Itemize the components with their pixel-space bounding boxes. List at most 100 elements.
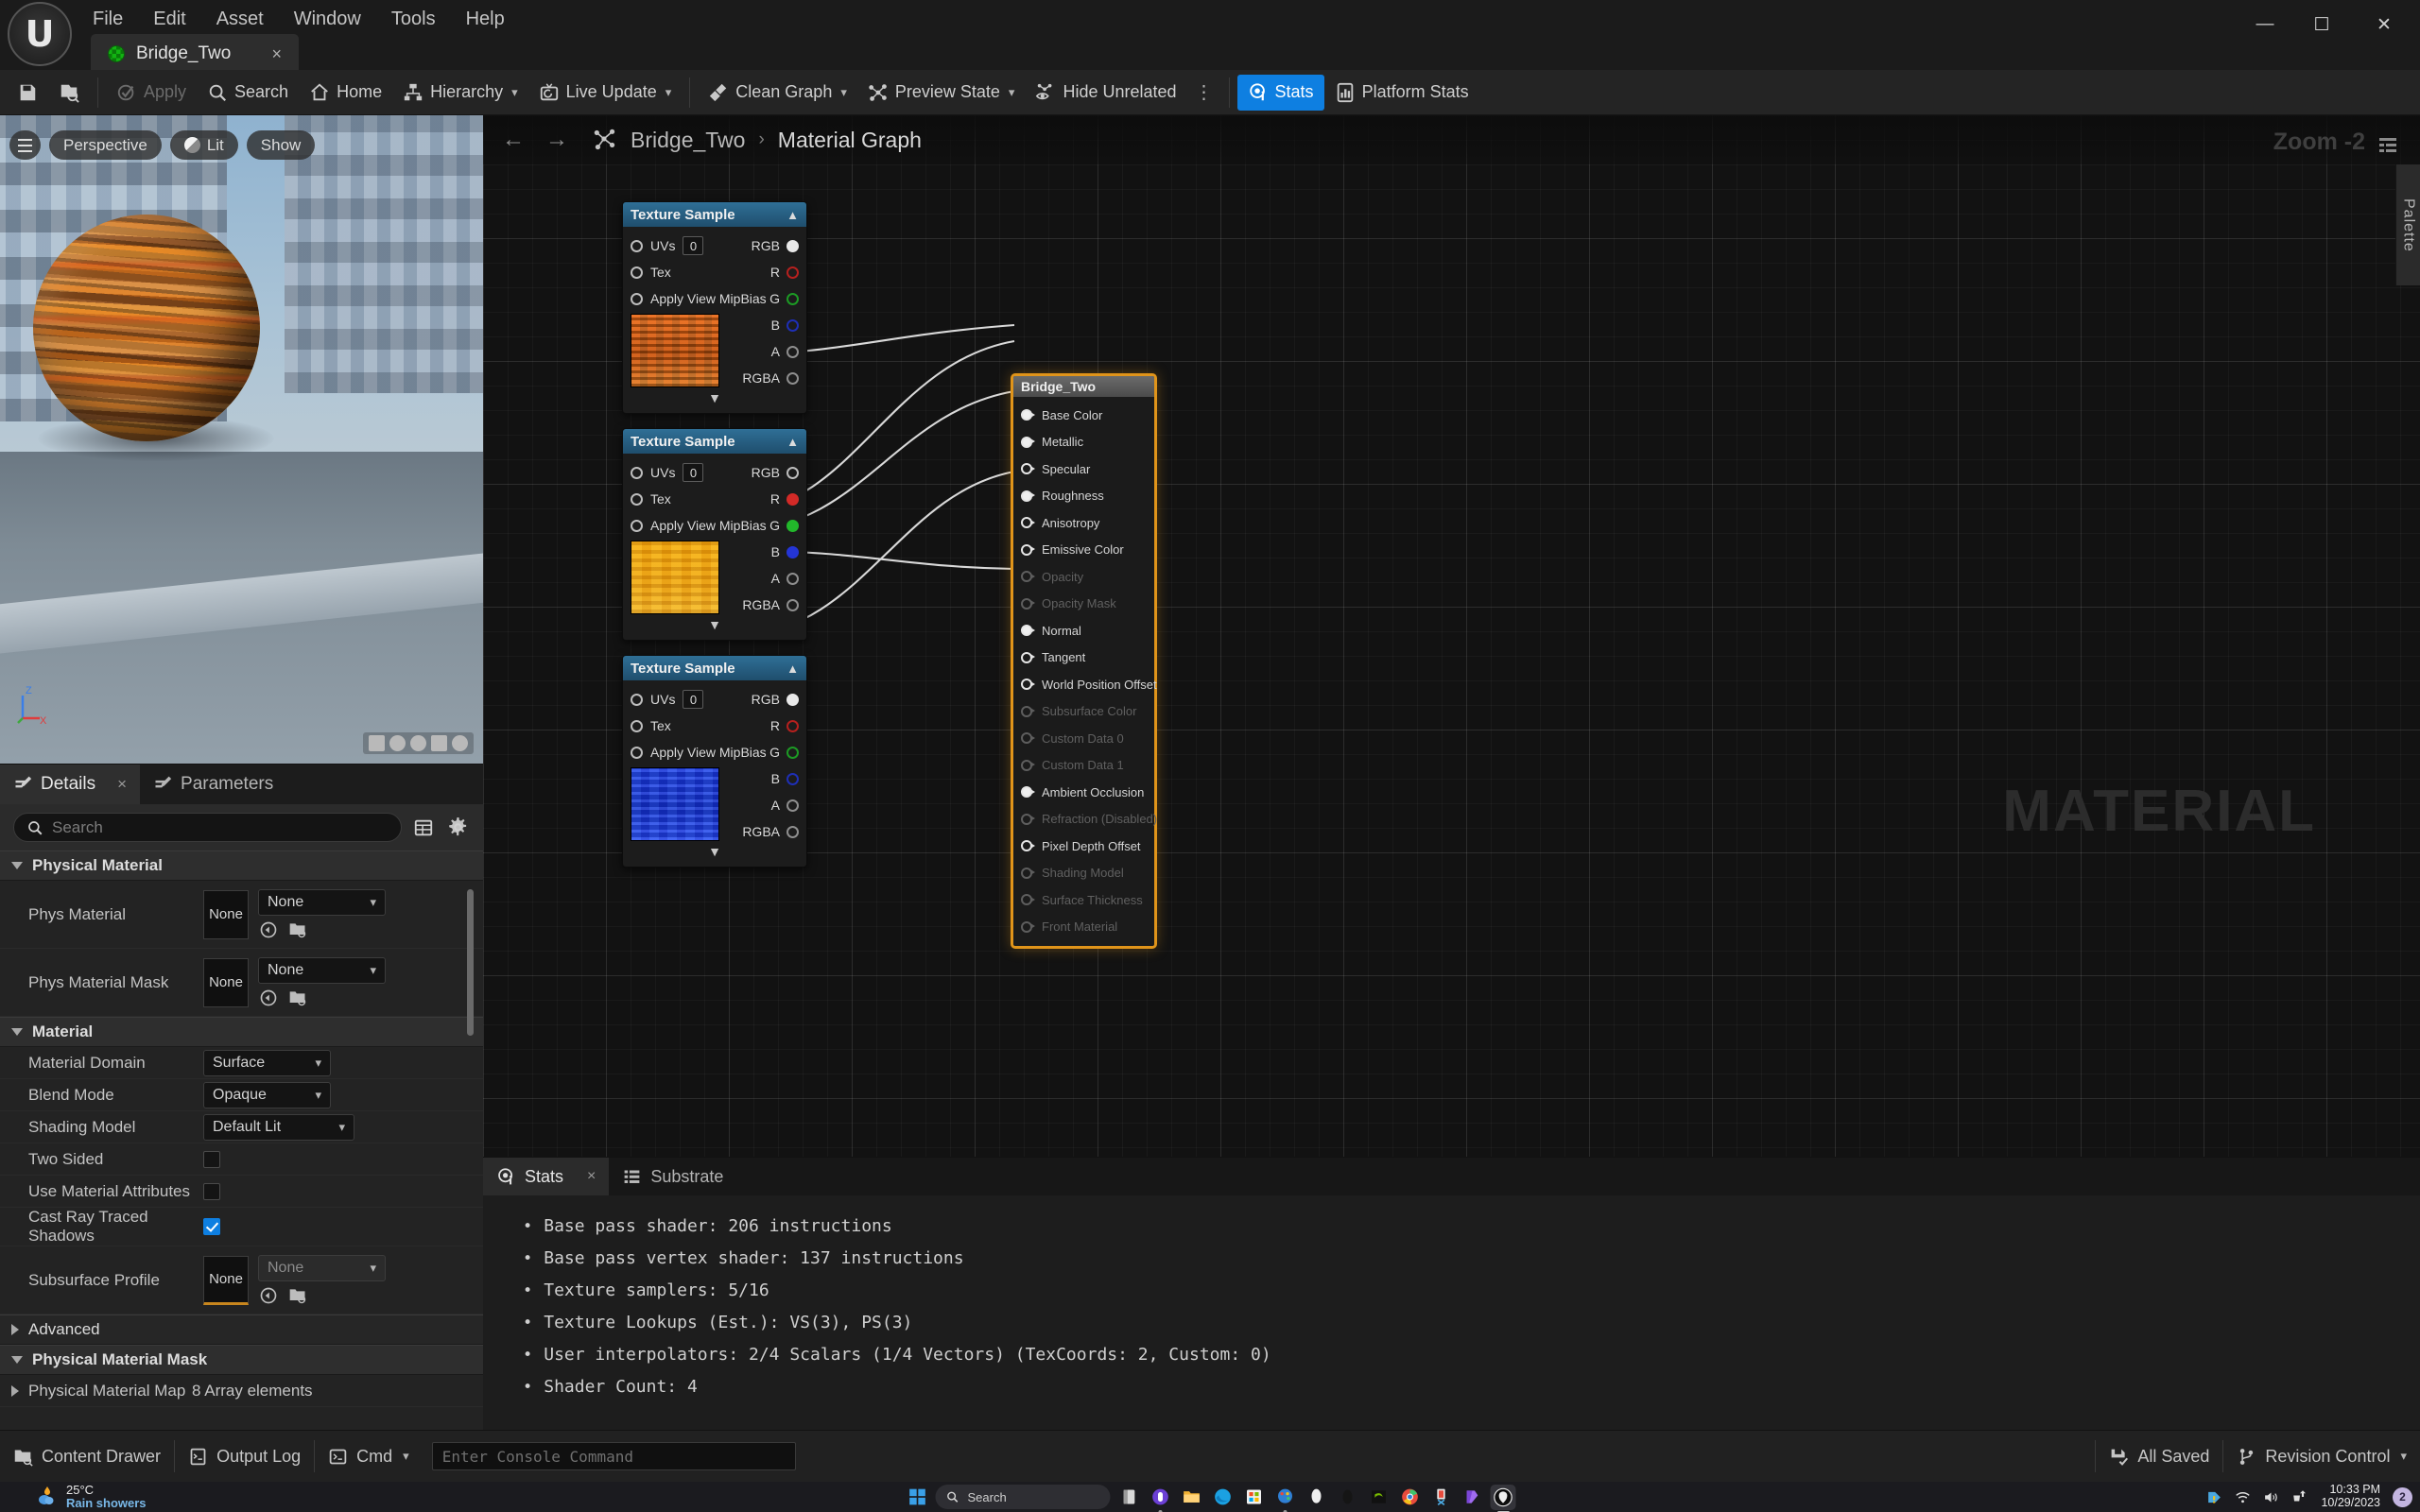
- chevron-down-icon[interactable]: ▾: [1009, 85, 1015, 100]
- material-pin-roughness[interactable]: Roughness: [1013, 483, 1154, 510]
- input-pin-uvs[interactable]: [631, 239, 643, 252]
- pin-icon[interactable]: [1021, 651, 1035, 663]
- input-pin-uvs[interactable]: [631, 466, 643, 479]
- taskbar-app-zune-purple-icon[interactable]: [1148, 1485, 1173, 1510]
- collapse-icon[interactable]: ▲: [786, 435, 799, 449]
- hierarchy-button[interactable]: Hierarchy ▾: [392, 75, 528, 111]
- close-icon[interactable]: ×: [268, 44, 285, 64]
- viewport-camera-mode-button[interactable]: Perspective: [49, 130, 162, 160]
- tab-details[interactable]: Details ×: [0, 765, 141, 804]
- taskbar-app-microsoft-store-icon[interactable]: [1241, 1485, 1267, 1510]
- input-pin-uvs[interactable]: [631, 693, 643, 706]
- texture-sample-node-3[interactable]: Texture Sample ▲ UVs 0 Tex Apply View Mi…: [622, 655, 807, 868]
- output-pin-a[interactable]: [786, 799, 799, 812]
- browse-asset-button[interactable]: [48, 75, 90, 111]
- output-pin-g[interactable]: [786, 746, 799, 759]
- gear-icon[interactable]: [445, 816, 470, 840]
- details-search-input[interactable]: Search: [13, 813, 402, 842]
- section-header-advanced[interactable]: Advanced: [0, 1314, 483, 1345]
- taskbar-app-snipping-tool-icon[interactable]: [1428, 1485, 1454, 1510]
- preview-custom-icon[interactable]: [452, 735, 468, 751]
- revision-control-button[interactable]: Revision Control ▾: [2223, 1436, 2420, 1476]
- breadcrumb-asset[interactable]: Bridge_Two: [631, 128, 745, 153]
- apply-button[interactable]: Apply: [106, 75, 197, 111]
- collapse-icon[interactable]: ▲: [786, 208, 799, 222]
- hide-unrelated-button[interactable]: Hide Unrelated: [1025, 75, 1186, 111]
- output-pin-a[interactable]: [786, 572, 799, 585]
- texture-sample-node-2[interactable]: Texture Sample ▲ UVs 0 Tex Apply View Mi…: [622, 428, 807, 641]
- columns-icon[interactable]: [411, 816, 436, 840]
- browse-to-asset-icon[interactable]: [287, 1286, 308, 1305]
- node-header[interactable]: Texture Sample ▲: [623, 429, 806, 454]
- section-header-physical-material-mask[interactable]: Physical Material Mask: [0, 1345, 483, 1375]
- all-saved-button[interactable]: All Saved: [2096, 1436, 2222, 1476]
- output-log-button[interactable]: Output Log: [175, 1436, 314, 1476]
- output-pin-rgb[interactable]: [786, 466, 799, 479]
- taskbar-search-box[interactable]: Search: [935, 1485, 1111, 1509]
- windows-start-icon[interactable]: [905, 1485, 930, 1510]
- output-pin-b[interactable]: [786, 318, 799, 332]
- input-pin-apply-view-mipbias[interactable]: [631, 519, 643, 532]
- input-pin-apply-view-mipbias[interactable]: [631, 746, 643, 759]
- pin-icon[interactable]: [1021, 679, 1035, 691]
- viewport-preview-shape-buttons[interactable]: [363, 732, 474, 754]
- window-minimize-button[interactable]: —: [2238, 0, 2291, 49]
- preview-cylinder-icon[interactable]: [369, 735, 385, 751]
- material-pin-specular[interactable]: Specular: [1013, 455, 1154, 483]
- pin-icon[interactable]: [1021, 490, 1035, 502]
- shading-model-combo[interactable]: Default Lit ▾: [203, 1113, 354, 1141]
- toolbar-overflow-button[interactable]: ⋮: [1187, 83, 1221, 102]
- texture-thumbnail[interactable]: [631, 314, 719, 387]
- uvs-value-field[interactable]: 0: [683, 236, 704, 255]
- output-pin-rgb[interactable]: [786, 693, 799, 706]
- preview-cube-icon[interactable]: [431, 735, 447, 751]
- details-scrollbar[interactable]: [467, 889, 474, 1036]
- stats-toggle-button[interactable]: Stats: [1236, 74, 1324, 111]
- save-button[interactable]: [0, 75, 48, 111]
- input-pin-tex[interactable]: [631, 719, 643, 732]
- taskbar-clock[interactable]: 10:33 PM 10/29/2023: [2321, 1483, 2380, 1510]
- cmd-mode-button[interactable]: Cmd ▾: [315, 1436, 423, 1476]
- material-pin-base-color[interactable]: Base Color: [1013, 402, 1154, 429]
- texture-thumbnail[interactable]: [631, 541, 719, 614]
- material-preview-viewport[interactable]: Perspective Lit Show Z X: [0, 115, 483, 764]
- content-drawer-button[interactable]: Content Drawer: [0, 1436, 174, 1476]
- node-header[interactable]: Bridge_Two: [1013, 376, 1154, 397]
- output-pin-rgb[interactable]: [786, 239, 799, 252]
- asset-picker-combo[interactable]: None ▾: [258, 957, 386, 984]
- material-pin-ambient-occlusion[interactable]: Ambient Occlusion: [1013, 779, 1154, 806]
- home-button[interactable]: Home: [299, 75, 392, 111]
- chevron-down-icon[interactable]: ▾: [666, 85, 672, 100]
- preview-plane-icon[interactable]: [410, 735, 426, 751]
- pin-icon[interactable]: [1021, 786, 1035, 799]
- material-output-node[interactable]: Bridge_Two Base Color Metallic Specular …: [1011, 373, 1157, 949]
- texture-thumbnail[interactable]: [631, 767, 719, 841]
- preview-state-button[interactable]: Preview State ▾: [857, 75, 1026, 111]
- taskbar-app-nvidia-icon[interactable]: [1366, 1485, 1392, 1510]
- section-header-physical-material[interactable]: Physical Material: [0, 850, 483, 881]
- taskbar-weather-widget[interactable]: 25°C Rain showers: [0, 1484, 147, 1509]
- menu-help[interactable]: Help: [451, 3, 520, 36]
- two-sided-checkbox[interactable]: [203, 1150, 220, 1168]
- pin-icon[interactable]: [1021, 409, 1035, 421]
- output-pin-r[interactable]: [786, 492, 799, 506]
- input-pin-tex[interactable]: [631, 266, 643, 279]
- use-selected-asset-icon[interactable]: [258, 1286, 279, 1305]
- output-pin-b[interactable]: [786, 545, 799, 558]
- viewport-show-flags-button[interactable]: Show: [246, 130, 316, 160]
- close-icon[interactable]: ×: [587, 1168, 596, 1185]
- output-pin-r[interactable]: [786, 719, 799, 732]
- material-graph-canvas[interactable]: MATERIAL Texture Sample ▲ UVs 0 Tex Appl…: [483, 115, 2420, 1157]
- close-icon[interactable]: ×: [117, 775, 127, 794]
- use-material-attributes-checkbox[interactable]: [203, 1182, 220, 1200]
- chevron-down-icon[interactable]: ▾: [511, 85, 518, 100]
- use-selected-asset-icon[interactable]: [258, 988, 279, 1007]
- platform-stats-button[interactable]: Platform Stats: [1324, 75, 1479, 111]
- node-header[interactable]: Texture Sample ▲: [623, 656, 806, 680]
- window-close-button[interactable]: ✕: [2358, 0, 2411, 49]
- notification-badge[interactable]: 2: [2393, 1486, 2412, 1507]
- output-pin-g[interactable]: [786, 292, 799, 305]
- material-pin-normal[interactable]: Normal: [1013, 617, 1154, 644]
- output-pin-g[interactable]: [786, 519, 799, 532]
- wifi-icon[interactable]: [2235, 1489, 2251, 1505]
